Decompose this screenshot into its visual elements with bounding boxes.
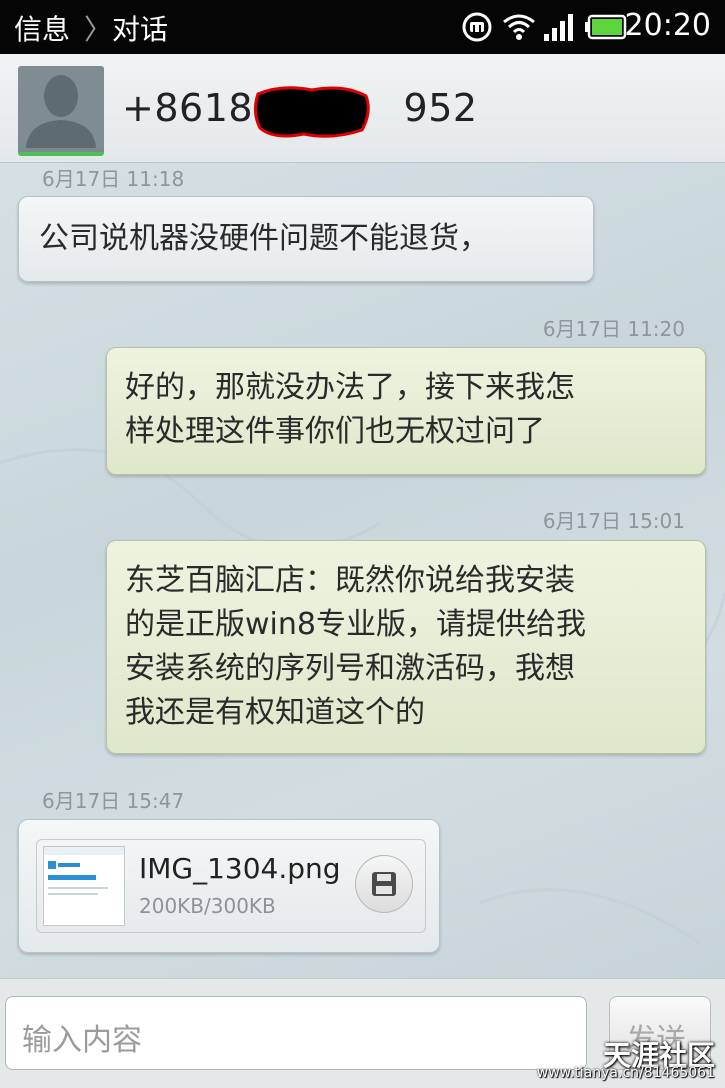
mi-notification-icon (462, 12, 492, 42)
message-timestamp: 6月17日 11:18 (42, 167, 185, 191)
image-thumbnail[interactable] (43, 846, 125, 926)
message-input-placeholder: 输入内容 (22, 1023, 142, 1058)
breadcrumb-separator: 〉 (84, 13, 113, 46)
attachment-filesize: 200KB/300KB (139, 894, 276, 918)
wifi-icon (503, 14, 535, 40)
save-icon (372, 872, 396, 896)
message-timestamp: 6月17日 15:01 (542, 509, 685, 533)
message-text-line: 东芝百脑汇店：既然你说给我安装 (125, 563, 575, 598)
message-text-line: 我还是有权知道这个的 (125, 695, 425, 730)
outgoing-message-bubble[interactable]: 好的，那就没办法了，接下来我怎 样处理这件事你们也无权过问了 (106, 347, 706, 475)
message-timestamp: 6月17日 11:20 (542, 317, 685, 341)
battery-icon (585, 14, 627, 40)
message-text-line: 的是正版win8专业版，请提供给我 (125, 607, 586, 642)
signal-icon (544, 14, 573, 41)
clock: 20:20 (624, 8, 711, 43)
message-text: 公司说机器没硬件问题不能退货， (39, 221, 489, 256)
conversation-header: +86186 952 (0, 54, 725, 163)
person-icon (18, 66, 104, 148)
image-preview-icon (44, 847, 124, 925)
message-text-line: 安装系统的序列号和激活码，我想 (125, 651, 575, 686)
attachment-card[interactable]: IMG_1304.png 200KB/300KB (36, 839, 426, 933)
message-timestamp: 6月17日 15:47 (42, 789, 185, 813)
message-text-line: 样处理这件事你们也无权过问了 (125, 414, 545, 449)
save-attachment-button[interactable] (355, 855, 413, 913)
watermark-url: www.tianya.cn/81465061 (536, 1065, 715, 1081)
redaction-mark (253, 86, 370, 138)
breadcrumb-messages[interactable]: 信息 (14, 8, 70, 48)
attachment-filename: IMG_1304.png (139, 852, 341, 885)
outgoing-message-bubble[interactable]: 东芝百脑汇店：既然你说给我安装 的是正版win8专业版，请提供给我 安装系统的序… (106, 540, 706, 754)
message-list[interactable]: 6月17日 11:18 公司说机器没硬件问题不能退货， 6月17日 11:20 … (0, 163, 725, 978)
message-text-line: 好的，那就没办法了，接下来我怎 (125, 370, 575, 405)
status-bar: 信息 〉 对话 20:20 (0, 0, 725, 54)
message-input[interactable]: 输入内容 (5, 996, 587, 1070)
incoming-message-bubble[interactable]: 公司说机器没硬件问题不能退货， (18, 196, 594, 282)
contact-avatar[interactable] (18, 66, 104, 156)
breadcrumb-conversation: 对话 (112, 13, 169, 46)
